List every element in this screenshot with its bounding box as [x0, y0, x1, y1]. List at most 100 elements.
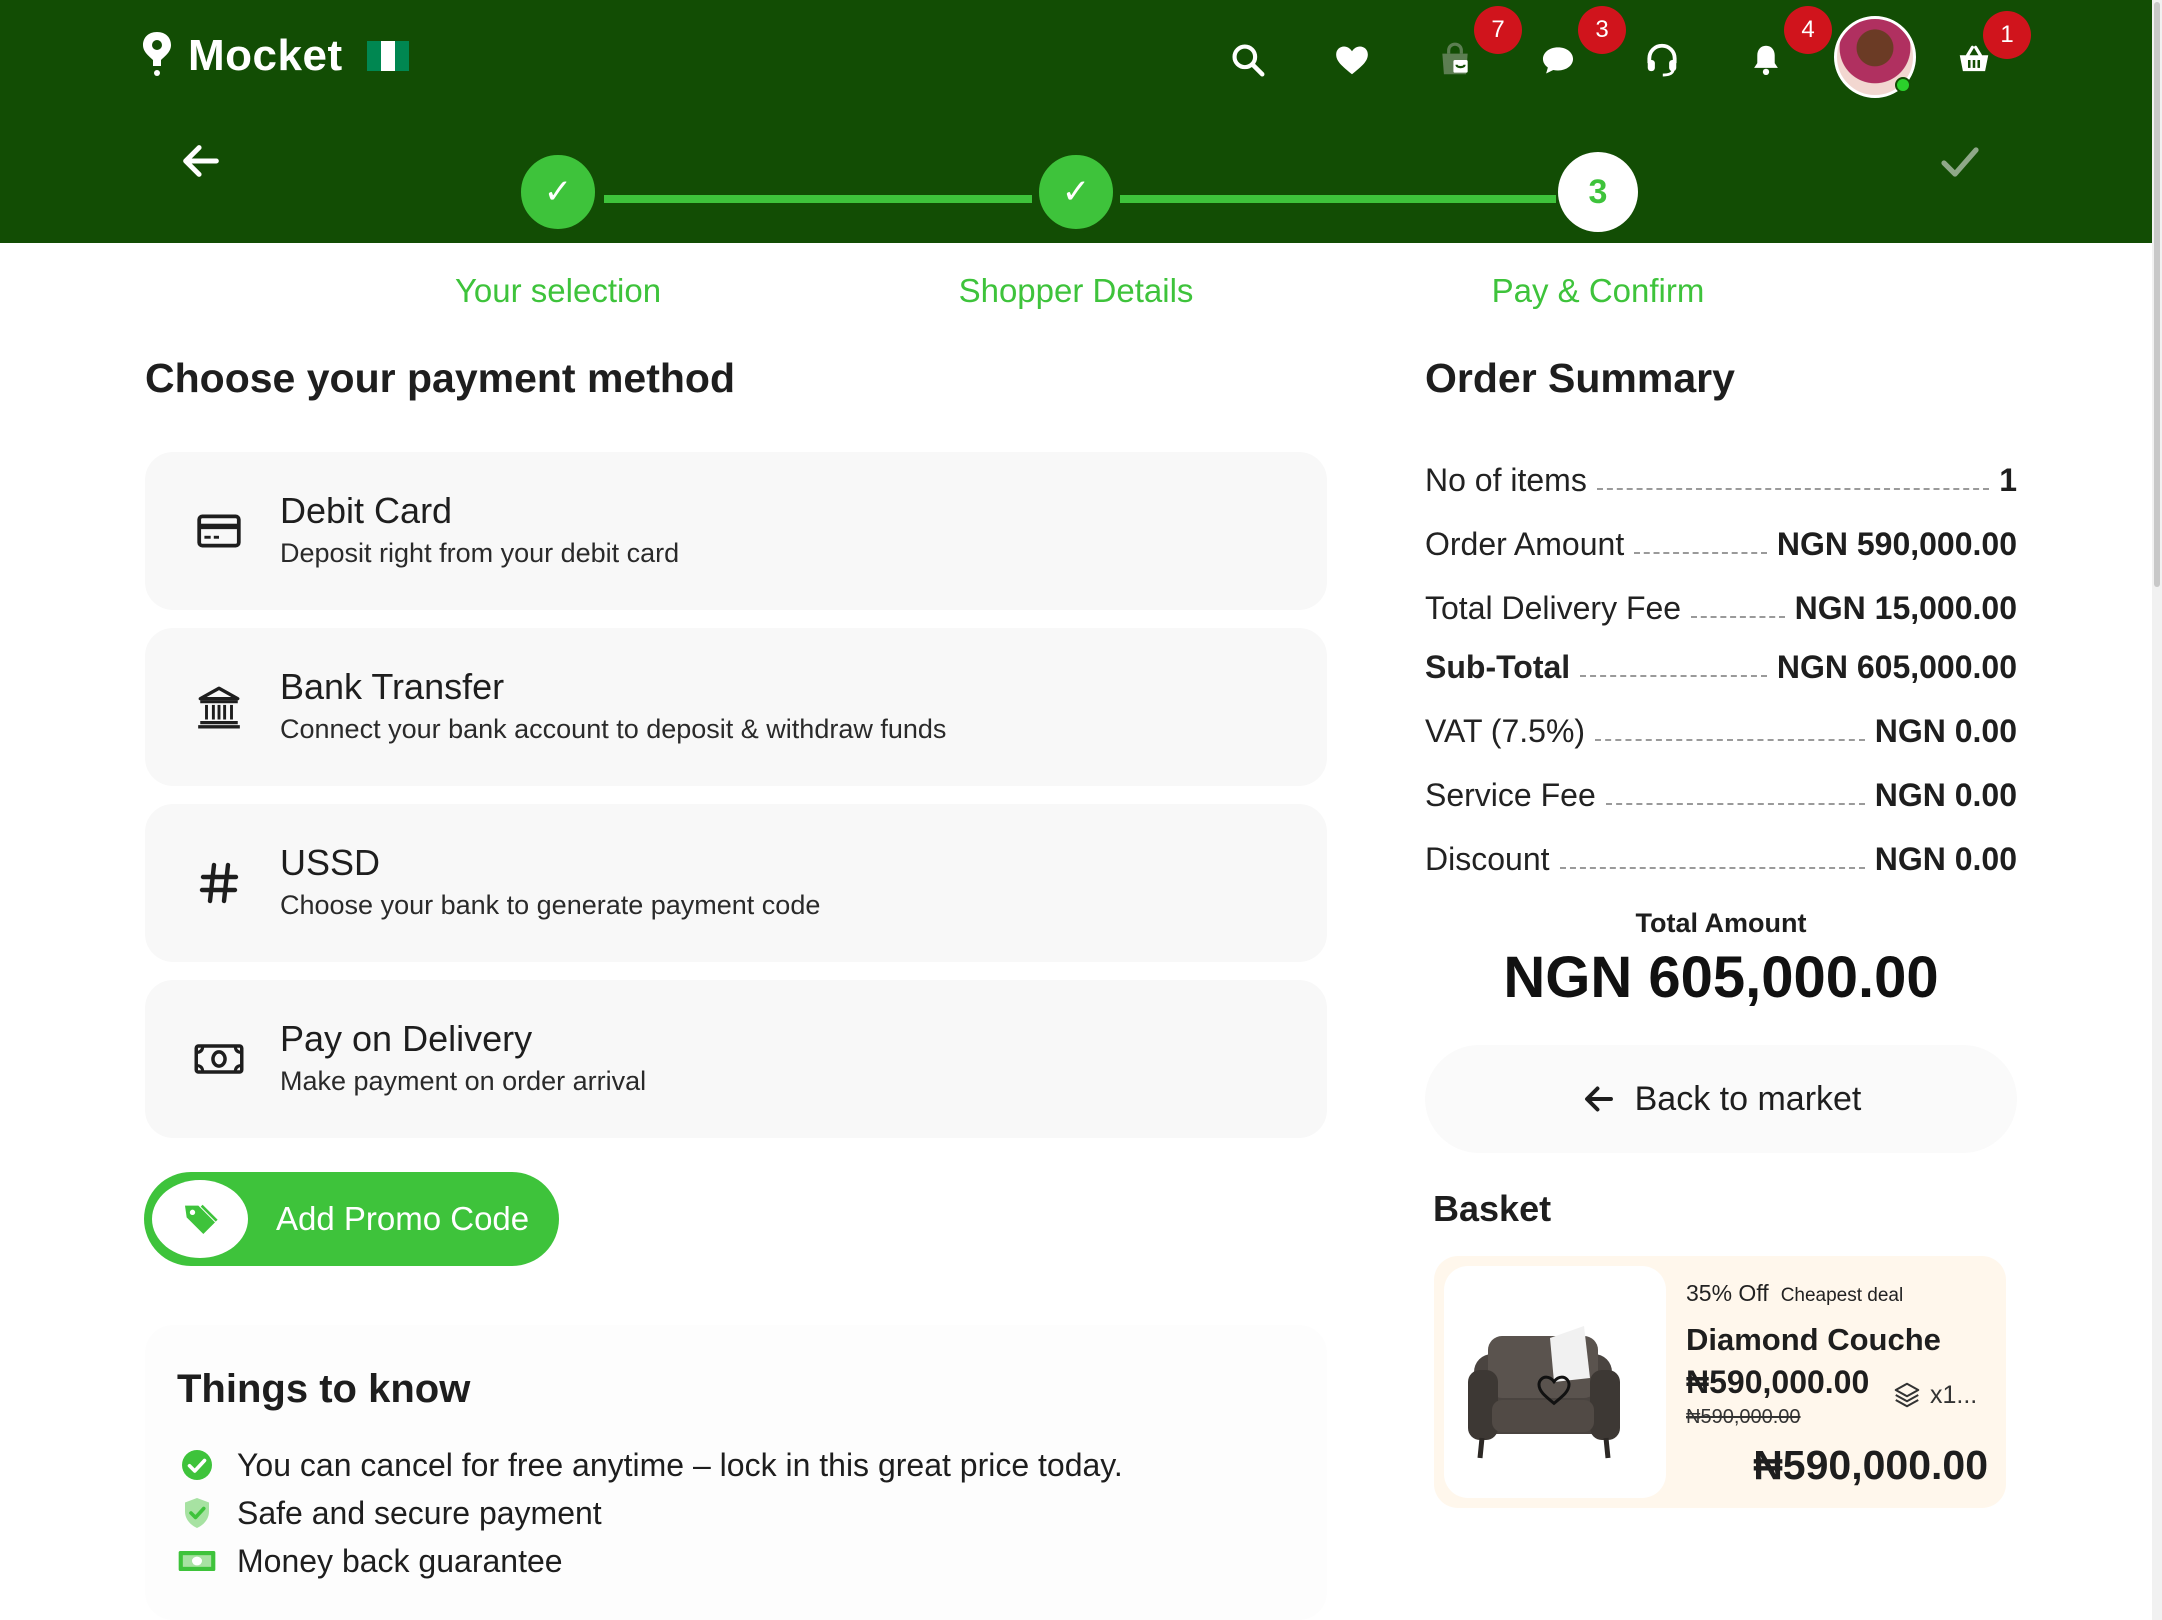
product-price: ₦590,000.00 [1686, 1364, 1870, 1400]
quantity-text: x1... [1930, 1380, 1978, 1409]
payment-option-debit-card[interactable]: Debit Card Deposit right from your debit… [145, 452, 1327, 610]
heart-icon [1336, 46, 1368, 75]
credit-card-icon [191, 503, 247, 559]
payment-option-title: Bank Transfer [280, 666, 505, 707]
things-to-know-title: Things to know [177, 1367, 471, 1411]
dotted-leader [1595, 739, 1865, 741]
summary-value: NGN 0.00 [1874, 713, 2017, 749]
product-name[interactable]: Diamond Couche [1686, 1322, 1941, 1358]
headset-icon [1647, 43, 1677, 77]
back-button[interactable] [178, 138, 224, 184]
summary-value: NGN 605,000.00 [1776, 649, 2017, 685]
basket-item-card[interactable]: 35% Off Cheapest deal Diamond Couche ₦590… [1434, 1256, 2006, 1508]
payment-option-subtitle: Deposit right from your debit card [280, 538, 680, 568]
search-icon [1232, 44, 1265, 77]
messages-button[interactable] [1534, 36, 1582, 84]
summary-row-subtotal: Sub-Total NGN 605,000.00 [1425, 642, 2017, 686]
payment-option-ussd[interactable]: USSD Choose your bank to generate paymen… [145, 804, 1327, 962]
dotted-leader [1580, 675, 1767, 677]
money-icon [177, 1541, 217, 1581]
order-summary-title: Order Summary [1425, 355, 1735, 401]
notifications-badge: 4 [1784, 6, 1832, 54]
things-to-know-panel: Things to know You can cancel for free a… [145, 1325, 1327, 1620]
discount-text: 35% Off [1686, 1280, 1769, 1306]
step-2-circle[interactable]: ✓ [1036, 152, 1116, 232]
dotted-leader [1596, 488, 1990, 490]
total-amount-value: NGN 605,000.00 [1503, 945, 1939, 1010]
summary-row-discount: Discount NGN 0.00 [1425, 834, 2017, 878]
orders-button[interactable] [1431, 36, 1479, 84]
step-label-selection[interactable]: Your selection [378, 272, 738, 310]
total-amount-label: Total Amount [1635, 908, 1807, 938]
summary-value: NGN 15,000.00 [1794, 590, 2017, 626]
shield-check-icon [177, 1493, 217, 1533]
shopping-bag-icon [1442, 42, 1468, 75]
check-icon [1941, 147, 1979, 177]
discount-badge: 35% Off Cheapest deal [1686, 1280, 1903, 1307]
messages-badge: 3 [1578, 6, 1626, 54]
arrow-left-icon [1584, 1086, 1613, 1112]
payment-option-pay-on-delivery[interactable]: Pay on Delivery Make payment on order ar… [145, 980, 1327, 1138]
step-label-shopper-details[interactable]: Shopper Details [896, 272, 1256, 310]
confirm-check-button[interactable] [1936, 138, 1984, 186]
add-promo-code-button[interactable]: Add Promo Code [144, 1172, 559, 1266]
know-item-text: Money back guarantee [237, 1542, 563, 1579]
summary-label: Order Amount [1425, 526, 1625, 562]
payment-option-bank-transfer[interactable]: Bank Transfer Connect your bank account … [145, 628, 1327, 786]
summary-label: Total Delivery Fee [1425, 590, 1682, 626]
summary-row-delivery-fee: Total Delivery Fee NGN 15,000.00 [1425, 583, 2017, 627]
notifications-button[interactable] [1742, 36, 1790, 84]
dotted-leader [1559, 867, 1865, 869]
know-item: You can cancel for free anytime – lock i… [177, 1445, 1123, 1485]
summary-row-items: No of items 1 [1425, 455, 2017, 499]
summary-label: Sub-Total [1425, 649, 1571, 685]
scrollbar-thumb[interactable] [2154, 2, 2160, 587]
know-item-text: Safe and secure payment [237, 1494, 602, 1531]
logo[interactable]: Mocket [140, 30, 409, 82]
summary-label: Discount [1425, 841, 1550, 877]
product-image[interactable] [1444, 1266, 1666, 1498]
nigeria-flag-icon [366, 41, 409, 71]
app-name: Mocket [188, 31, 343, 80]
arrow-left-icon [183, 145, 219, 177]
quantity-indicator: x1... [1892, 1380, 1977, 1410]
summary-row-vat: VAT (7.5%) NGN 0.00 [1425, 706, 2017, 750]
step-1-circle[interactable]: ✓ [518, 152, 598, 232]
cart-badge: 1 [1983, 11, 2031, 59]
summary-value: NGN 590,000.00 [1776, 526, 2017, 562]
payment-option-title: Debit Card [280, 490, 453, 531]
stepper-line-1 [604, 195, 1032, 203]
dotted-leader [1605, 803, 1865, 805]
step-3-circle: 3 [1558, 152, 1638, 232]
summary-value: 1 [1999, 462, 2017, 498]
check-circle-icon [177, 1445, 217, 1485]
back-to-market-button[interactable]: Back to market [1425, 1045, 2017, 1153]
heart-outline-icon[interactable] [1534, 1370, 1574, 1410]
wishlist-button[interactable] [1328, 36, 1376, 84]
summary-row-service-fee: Service Fee NGN 0.00 [1425, 770, 2017, 814]
know-item: Money back guarantee [177, 1541, 563, 1581]
support-button[interactable] [1638, 36, 1686, 84]
hash-icon [191, 855, 247, 911]
dotted-leader [1634, 552, 1767, 554]
payment-option-title: Pay on Delivery [280, 1018, 533, 1059]
know-item-text: You can cancel for free anytime – lock i… [237, 1446, 1123, 1483]
summary-value: NGN 0.00 [1874, 777, 2017, 813]
summary-label: VAT (7.5%) [1425, 713, 1586, 749]
orders-badge: 7 [1474, 6, 1522, 54]
bank-icon [191, 679, 247, 735]
top-header: Mocket 7 3 4 1 ✓ ✓ 3 [0, 0, 2152, 243]
item-total: ₦590,000.00 [1753, 1442, 1988, 1488]
basket-title: Basket [1433, 1188, 1552, 1229]
payment-option-subtitle: Connect your bank account to deposit & w… [280, 714, 947, 744]
online-status-dot [1895, 77, 1911, 93]
layers-icon [1894, 1382, 1920, 1408]
avatar[interactable] [1834, 16, 1916, 98]
mocket-logo-icon [140, 30, 174, 82]
search-button[interactable] [1224, 36, 1272, 84]
payment-method-title: Choose your payment method [145, 355, 736, 401]
stepper-line-2 [1120, 195, 1556, 203]
back-to-market-label: Back to market [1634, 1079, 1862, 1118]
bell-icon [1754, 45, 1778, 76]
step-label-pay-confirm: Pay & Confirm [1491, 272, 1705, 309]
